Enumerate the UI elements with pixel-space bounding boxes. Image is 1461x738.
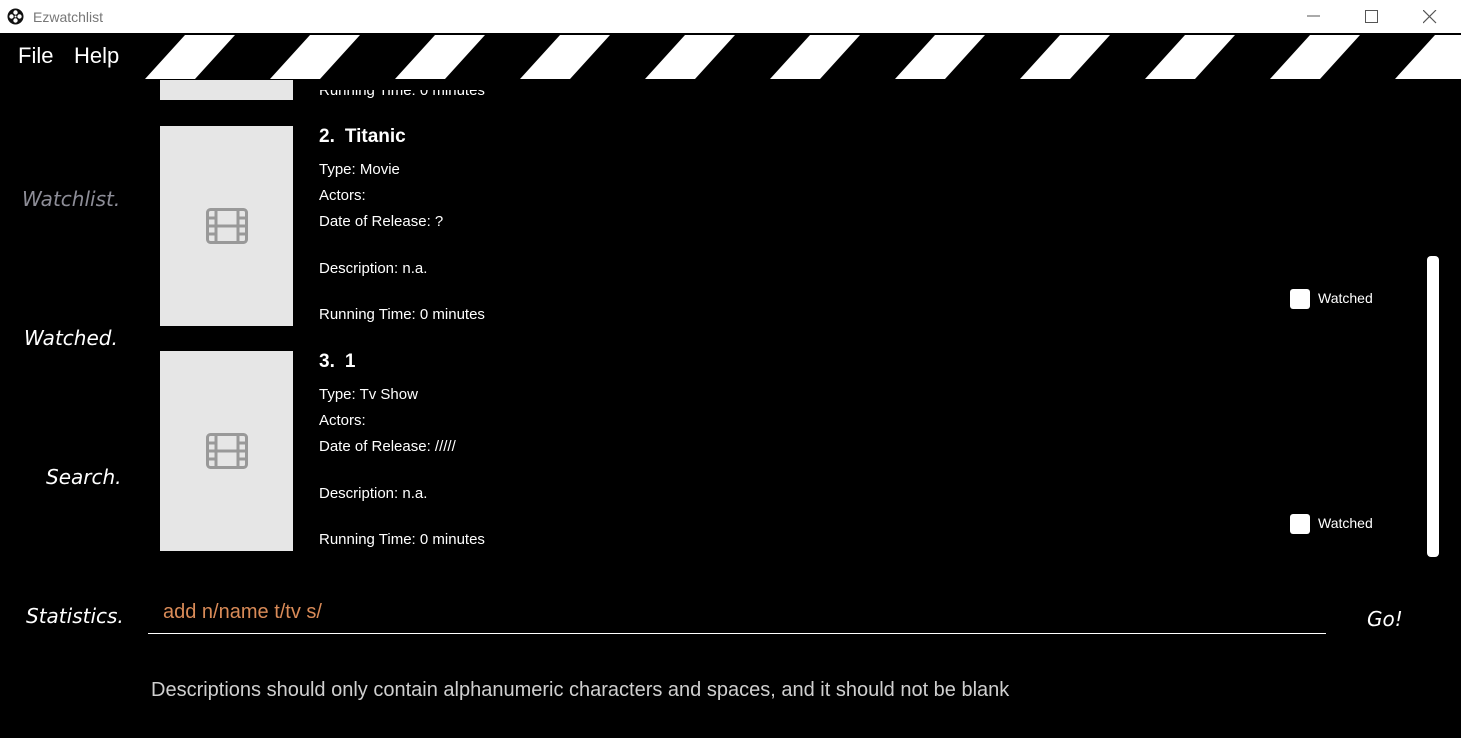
- film-icon: [206, 208, 248, 244]
- menu-bar: File Help: [0, 35, 1461, 79]
- nav-watched[interactable]: Watched.: [24, 326, 118, 350]
- window-title: Ezwatchlist: [33, 9, 104, 25]
- list-scrollbar[interactable]: [1427, 256, 1439, 557]
- item-description: Description: n.a.: [319, 485, 428, 502]
- item-name: Titanic: [344, 126, 406, 147]
- item-release-date: Date of Release: /////: [319, 438, 456, 455]
- item-title: 2. Titanic: [319, 126, 406, 148]
- nav-search[interactable]: Search.: [46, 465, 122, 489]
- result-message: Descriptions should only contain alphanu…: [151, 679, 1010, 701]
- film-icon: [206, 433, 248, 469]
- list-item[interactable]: 2. Titanic Type: Movie Actors: Date of Re…: [160, 126, 1420, 326]
- list-item[interactable]: 3. 1 Type: Tv Show Actors: Date of Releas…: [160, 351, 1420, 551]
- item-type: Type: Movie: [319, 161, 400, 178]
- item-actors: Actors:: [319, 412, 366, 429]
- menu-help[interactable]: Help: [74, 43, 119, 69]
- watched-checkbox[interactable]: [1290, 289, 1310, 309]
- poster-image: [160, 351, 293, 551]
- poster-image: [160, 80, 293, 100]
- watched-label: Watched: [1318, 515, 1373, 531]
- clapperboard-stripes: [145, 35, 1461, 79]
- maximize-icon: [1365, 10, 1378, 23]
- go-button[interactable]: Go!: [1367, 607, 1403, 631]
- item-name: 1: [344, 351, 356, 372]
- nav-statistics[interactable]: Statistics.: [26, 604, 124, 628]
- minimize-button[interactable]: [1285, 0, 1343, 33]
- item-type: Type: Tv Show: [319, 386, 418, 403]
- maximize-button[interactable]: [1343, 0, 1401, 33]
- watched-checkbox[interactable]: [1290, 514, 1310, 534]
- item-running-time: Running Time: 0 minutes: [319, 306, 485, 323]
- item-index: 3.: [319, 351, 335, 372]
- menu-file[interactable]: File: [18, 43, 53, 69]
- close-icon: [1423, 10, 1437, 24]
- nav-watchlist[interactable]: Watchlist.: [22, 187, 120, 211]
- command-input[interactable]: [148, 592, 1326, 634]
- title-bar: Ezwatchlist: [0, 0, 1461, 33]
- item-title: 3. 1: [319, 351, 355, 373]
- item-actors: Actors:: [319, 187, 366, 204]
- film-reel-icon: [7, 8, 24, 25]
- close-button[interactable]: [1401, 0, 1459, 33]
- watched-label: Watched: [1318, 290, 1373, 306]
- clip-mask: [300, 80, 700, 90]
- item-description: Description: n.a.: [319, 260, 428, 277]
- window-border: [1457, 80, 1461, 738]
- item-release-date: Date of Release: ?: [319, 213, 444, 230]
- minimize-icon: [1307, 15, 1320, 17]
- item-running-time: Running Time: 0 minutes: [319, 531, 485, 548]
- poster-image: [160, 126, 293, 326]
- item-index: 2.: [319, 126, 335, 147]
